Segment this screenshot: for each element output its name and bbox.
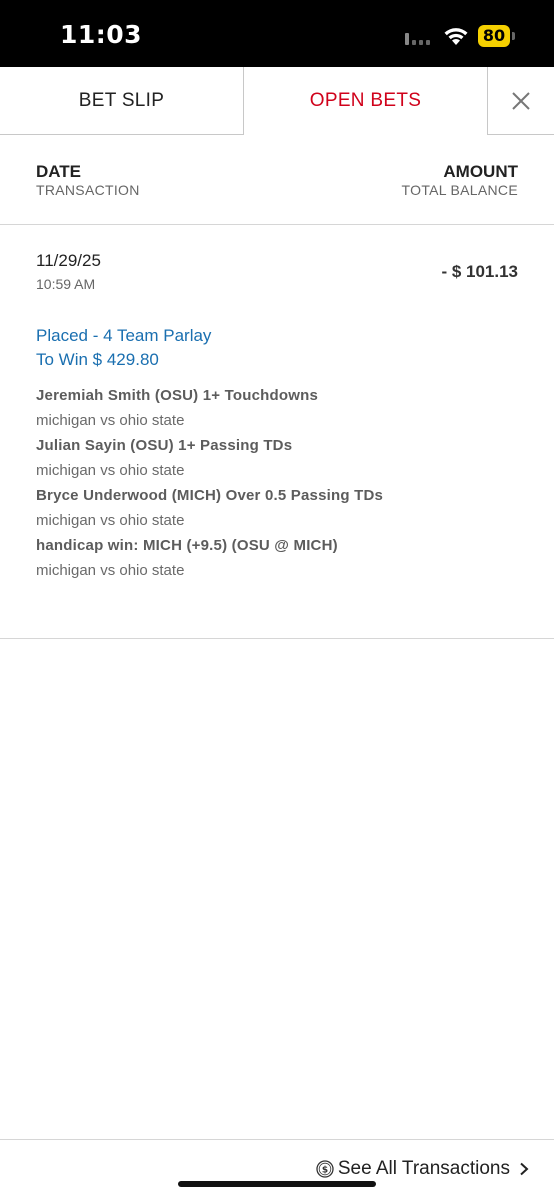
- dollar-circle-icon: $: [316, 1160, 334, 1178]
- transaction-time: 10:59 AM: [36, 276, 96, 292]
- leg-game: michigan vs ohio state: [36, 512, 185, 529]
- chevron-right-icon: [520, 1162, 529, 1176]
- footer: $ See All Transactions: [0, 1139, 554, 1200]
- leg-title: Bryce Underwood (MICH) Over 0.5 Passing …: [36, 487, 384, 504]
- transactions-header: DATE TRANSACTION AMOUNT TOTAL BALANCE: [0, 135, 554, 225]
- leg-title: handicap win: MICH (+9.5) (OSU @ MICH): [36, 537, 338, 554]
- to-win-label: To Win $ 429.80: [36, 350, 159, 369]
- transaction-row[interactable]: 11/29/25 10:59 AM - $ 101.13 Placed - 4 …: [0, 225, 554, 639]
- svg-text:$: $: [322, 1165, 328, 1175]
- status-bar: 11:03 80: [0, 0, 554, 67]
- tab-bar: BET SLIP OPEN BETS: [0, 67, 554, 135]
- cellular-signal-icon: [405, 33, 435, 45]
- parlay-leg: Julian Sayin (OSU) 1+ Passing TDs michig…: [36, 436, 516, 486]
- tab-open-bets[interactable]: OPEN BETS: [244, 67, 487, 135]
- parlay-leg: handicap win: MICH (+9.5) (OSU @ MICH) m…: [36, 536, 516, 586]
- leg-title: Julian Sayin (OSU) 1+ Passing TDs: [36, 437, 293, 454]
- date-column-header: DATE: [36, 162, 82, 181]
- see-all-transactions-label: See All Transactions: [337, 1158, 510, 1179]
- leg-game: michigan vs ohio state: [36, 462, 185, 479]
- bet-type-label: Placed - 4 Team Parlay: [36, 326, 212, 345]
- amount-column-header: AMOUNT: [443, 162, 518, 181]
- home-indicator: [178, 1181, 376, 1187]
- leg-title: Jeremiah Smith (OSU) 1+ Touchdowns: [36, 387, 318, 404]
- parlay-leg: Jeremiah Smith (OSU) 1+ Touchdowns michi…: [36, 386, 516, 436]
- parlay-leg: Bryce Underwood (MICH) Over 0.5 Passing …: [36, 486, 516, 536]
- parlay-legs: Jeremiah Smith (OSU) 1+ Touchdowns michi…: [36, 386, 516, 586]
- close-button[interactable]: [487, 67, 554, 135]
- leg-game: michigan vs ohio state: [36, 412, 185, 429]
- wifi-icon: [444, 28, 468, 45]
- status-time: 11:03: [60, 20, 143, 49]
- transaction-column-subheader: TRANSACTION: [36, 182, 140, 198]
- tab-bet-slip[interactable]: BET SLIP: [0, 67, 244, 135]
- leg-game: michigan vs ohio state: [36, 562, 185, 579]
- total-balance-column-subheader: TOTAL BALANCE: [401, 182, 518, 198]
- transaction-amount: - $ 101.13: [441, 262, 518, 281]
- transaction-date: 11/29/25: [36, 251, 101, 270]
- close-icon: [512, 91, 530, 110]
- battery-icon: 80: [478, 25, 516, 47]
- see-all-transactions-link[interactable]: $ See All Transactions: [316, 1158, 530, 1180]
- battery-level: 80: [482, 26, 506, 45]
